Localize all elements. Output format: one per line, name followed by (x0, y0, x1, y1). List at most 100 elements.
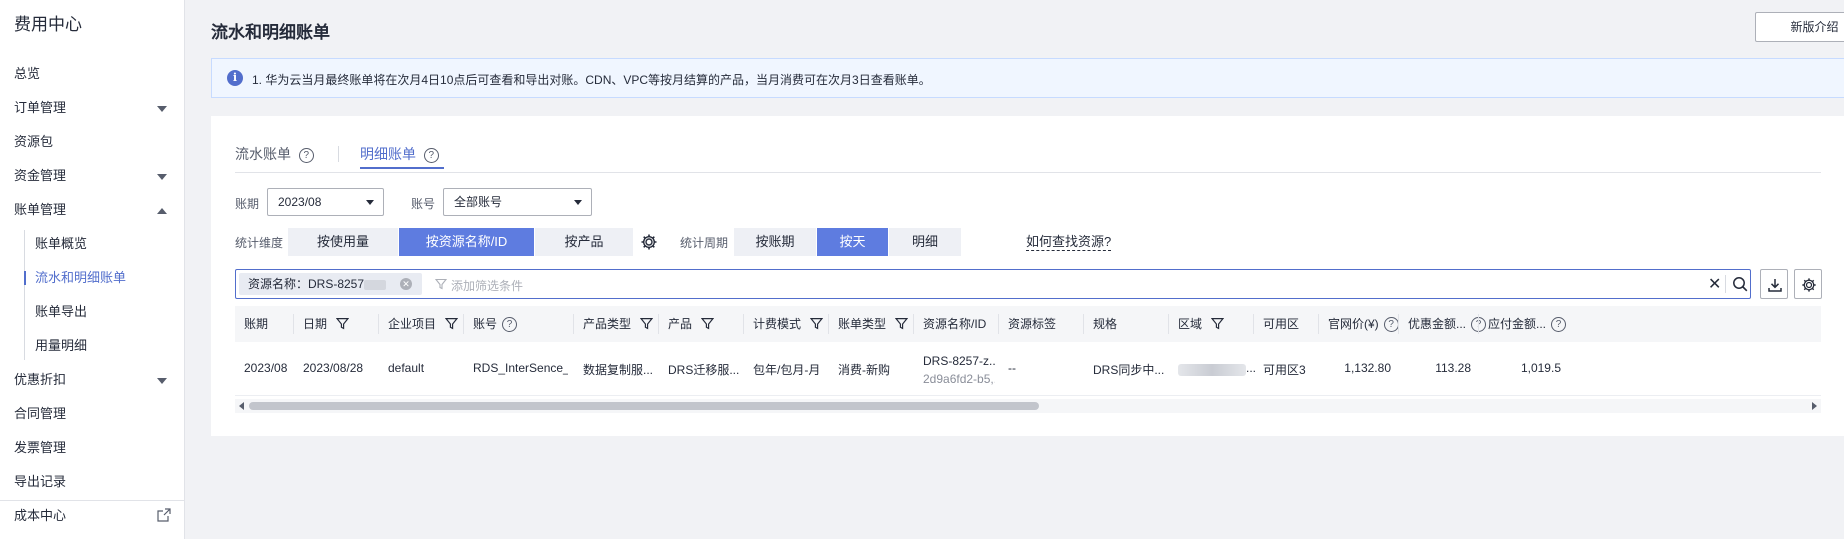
scroll-left-icon[interactable] (239, 402, 244, 410)
column-divider[interactable] (463, 314, 464, 334)
help-icon[interactable]: ? (1383, 317, 1399, 332)
dimension-by-product[interactable]: 按产品 (535, 228, 633, 256)
column-label: 产品类型 (583, 317, 632, 331)
sidebar-item-cost-center[interactable]: 成本中心 (0, 504, 185, 538)
cell-product-type: 数据复制服... (583, 363, 654, 377)
sidebar-item-label: 导出记录 (14, 474, 67, 489)
redacted-text (364, 279, 387, 290)
cycle-label: 统计周期 (680, 236, 729, 250)
clear-icon[interactable]: ✕ (1708, 274, 1721, 294)
column-divider[interactable] (573, 314, 574, 334)
filter-icon[interactable] (336, 317, 350, 330)
column-divider[interactable] (658, 314, 659, 334)
column-divider[interactable] (293, 314, 294, 334)
find-resource-link[interactable]: 如何查找资源? (1026, 234, 1112, 251)
sidebar-item-overview[interactable]: 总览 (0, 62, 185, 96)
cell-region-ellipsis: ... (1246, 361, 1257, 375)
column-label: 计费模式 (753, 317, 802, 331)
table-settings-button[interactable] (1794, 269, 1822, 299)
column-label: 优惠金额... (1408, 317, 1467, 331)
help-icon[interactable]: ? (423, 148, 439, 163)
cell-resource-tag: -- (1008, 361, 1016, 375)
download-button[interactable] (1760, 269, 1788, 299)
sidebar-item-label: 总览 (14, 66, 41, 81)
cycle-by-period[interactable]: 按账期 (734, 228, 816, 256)
column-divider[interactable] (1398, 314, 1399, 334)
column-divider[interactable] (378, 314, 379, 334)
cycle-detail[interactable]: 明细 (889, 228, 961, 256)
help-icon[interactable]: ? (502, 317, 518, 332)
table-header: 账期 日期 企业项目 账号? 产品类型 产品 计费模式 账单类型 资源名称/ID… (235, 306, 1821, 342)
column-divider[interactable] (1478, 314, 1479, 334)
sidebar-item-label: 订单管理 (14, 100, 67, 115)
sidebar-item-orders[interactable]: 订单管理 (0, 96, 185, 130)
sidebar-item-bill-export[interactable]: 账单导出 (0, 300, 185, 334)
sidebar-title: 费用中心 (14, 15, 82, 34)
column-divider[interactable] (913, 314, 914, 334)
column-divider[interactable] (1168, 314, 1169, 334)
tab-transaction-bills[interactable]: 流水账单 ? (235, 144, 314, 164)
dimension-by-usage[interactable]: 按使用量 (288, 228, 398, 256)
resource-name-link[interactable]: DRS-8257-z... (923, 352, 995, 370)
sidebar-item-invoices[interactable]: 发票管理 (0, 436, 185, 470)
dimension-by-resource-name[interactable]: 按资源名称/ID (399, 228, 534, 256)
notice-banner: i 1. 华为云当月最终账单将在次月4日10点后可查看和导出对账。CDN、VPC… (211, 58, 1844, 98)
cell-period: 2023/08 (244, 361, 288, 375)
filter-bar[interactable]: 资源名称：DRS-8257 ✕ 添加筛选条件 ✕ (235, 269, 1751, 299)
tab-divider (338, 146, 339, 162)
cell-zone: 可用区3 (1263, 363, 1306, 377)
column-divider[interactable] (1318, 314, 1319, 334)
new-version-intro-button[interactable]: 新版介绍 (1755, 12, 1844, 42)
filter-placeholder[interactable]: 添加筛选条件 (451, 277, 523, 294)
filter-icon[interactable] (445, 317, 459, 330)
sidebar-item-resource-packages[interactable]: 资源包 (0, 130, 185, 164)
column-header-list-price: 官网价(¥)? (1328, 306, 1399, 342)
sidebar-item-export-records[interactable]: 导出记录 (0, 470, 185, 504)
sidebar-item-usage-detail[interactable]: 用量明细 (0, 334, 185, 368)
account-select[interactable]: 全部账号 (443, 188, 592, 216)
gear-icon[interactable] (640, 233, 658, 251)
search-icon[interactable] (1732, 276, 1748, 292)
filter-icon[interactable] (701, 317, 715, 330)
sidebar-item-contracts[interactable]: 合同管理 (0, 402, 185, 436)
column-divider[interactable] (743, 314, 744, 334)
sidebar-item-bills[interactable]: 账单管理 (0, 198, 185, 232)
column-label: 账号 (473, 317, 498, 331)
cycle-by-day[interactable]: 按天 (817, 228, 888, 256)
tab-detail-bills[interactable]: 明细账单 ? (360, 144, 439, 164)
horizontal-scrollbar[interactable] (235, 399, 1821, 413)
period-select[interactable]: 2023/08 (267, 188, 384, 216)
scroll-right-icon[interactable] (1812, 402, 1817, 410)
column-header-period: 账期 (244, 306, 268, 342)
cell-account: RDS_InterSence_... (473, 361, 568, 375)
sidebar-item-label: 优惠折扣 (14, 372, 67, 387)
dimension-label: 统计维度 (235, 236, 284, 250)
column-divider[interactable] (1253, 314, 1254, 334)
close-icon[interactable]: ✕ (400, 278, 412, 290)
sidebar-item-funds[interactable]: 资金管理 (0, 164, 185, 198)
column-label: 账期 (244, 317, 269, 331)
table-row[interactable]: 2023/08 2023/08/28 default RDS_InterSenc… (235, 342, 1821, 396)
column-divider[interactable] (998, 314, 999, 334)
filter-icon[interactable] (1211, 317, 1225, 330)
column-header-region: 区域 (1178, 306, 1225, 342)
filter-icon[interactable] (810, 317, 824, 330)
sidebar-item-discounts[interactable]: 优惠折扣 (0, 368, 185, 402)
help-icon[interactable]: ? (1551, 317, 1566, 332)
column-header-date: 日期 (303, 306, 350, 342)
gear-icon (1802, 278, 1816, 292)
filter-icon[interactable] (640, 317, 654, 330)
scrollbar-thumb[interactable] (249, 402, 1039, 410)
sidebar-item-transaction-detail-bills[interactable]: 流水和明细账单 (0, 266, 185, 300)
sidebar-item-bill-overview[interactable]: 账单概览 (0, 232, 185, 266)
filter-chip[interactable]: 资源名称：DRS-8257 ✕ (239, 273, 422, 295)
filter-icon[interactable] (895, 317, 909, 330)
bill-panel: 流水账单 ? 明细账单 ? 账期 2023/08 账号 全部账号 统计维度 按使… (211, 116, 1844, 436)
column-divider[interactable] (1083, 314, 1084, 334)
help-icon[interactable]: ? (298, 148, 314, 163)
tabs-divider (235, 172, 1821, 173)
column-divider[interactable] (828, 314, 829, 334)
column-label: 企业项目 (388, 317, 437, 331)
cell-resource-name[interactable]: DRS-8257-z... 2d9a6fd2-b5,... (923, 352, 995, 388)
column-label: 应付金额... (1488, 317, 1547, 331)
